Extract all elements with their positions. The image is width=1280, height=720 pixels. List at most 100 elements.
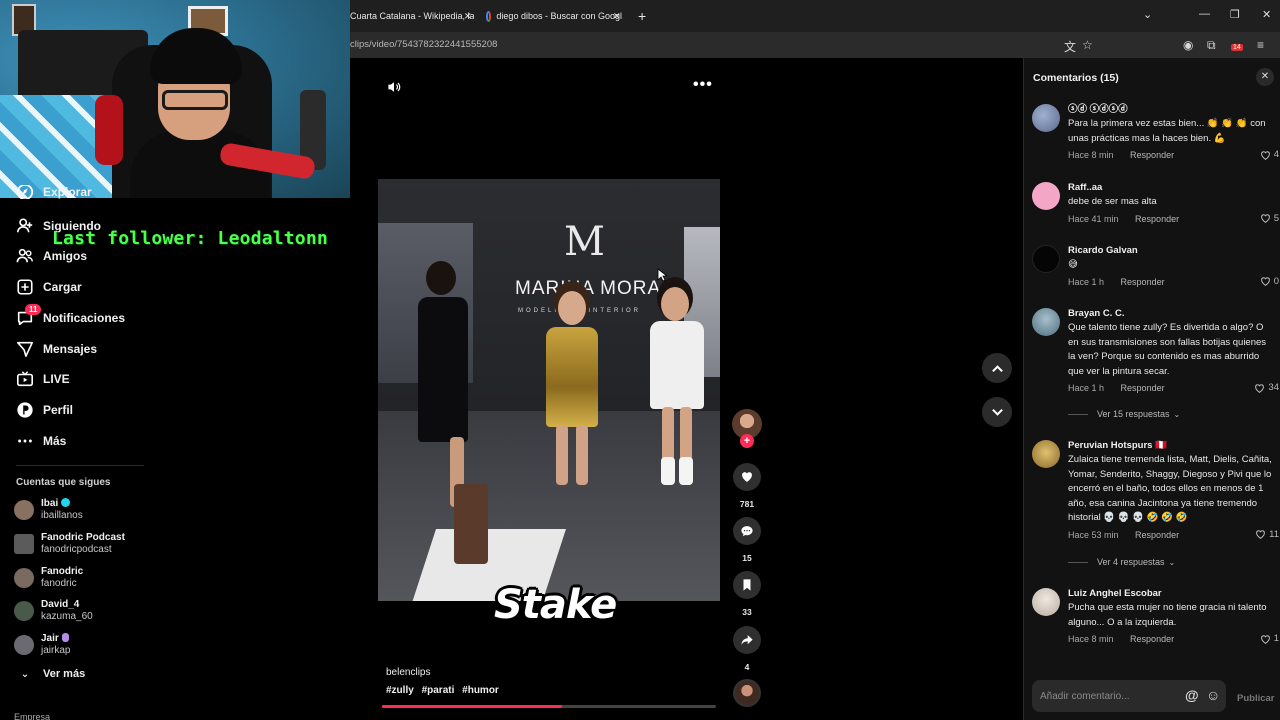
comment-username[interactable]: Raff..aa	[1068, 182, 1276, 194]
tab-close-icon[interactable]: ✕	[613, 6, 625, 26]
footer-link-empresa[interactable]: Empresa	[14, 712, 50, 720]
following-account-ibai[interactable]: Ibai ibaillanos	[14, 498, 83, 522]
avatar[interactable]	[1032, 104, 1060, 132]
avatar[interactable]	[1032, 182, 1060, 210]
save-button[interactable]	[733, 571, 761, 599]
comment-username[interactable]: Peruvian Hotspurs 🇵🇪	[1068, 440, 1276, 452]
comment-like-button[interactable]: 5	[1260, 213, 1279, 225]
maximize-icon[interactable]: ❐	[1230, 8, 1240, 21]
sidebar-item-live[interactable]: LIVE	[16, 367, 70, 391]
sidebar-item-label: Explorar	[43, 185, 92, 199]
comment-username[interactable]: Brayan C. C.	[1068, 308, 1276, 320]
bookmark-star-icon[interactable]: ☆	[1082, 38, 1093, 52]
minimize-icon[interactable]: —	[1199, 8, 1210, 20]
comment-meta: Hace 8 min Responder 1	[1068, 633, 1279, 645]
comment-like-button[interactable]: 34	[1254, 382, 1279, 394]
tab-title: diego dibos - Buscar con Googl	[496, 11, 622, 21]
sidebar-item-mas[interactable]: Más	[16, 429, 66, 453]
close-window-icon[interactable]: ✕	[1262, 8, 1271, 21]
comment-text: Que talento tiene zully? Es divertida o …	[1068, 322, 1267, 377]
browser-tab-wikipedia[interactable]: Cuarta Catalana - Wikipedia, la	[350, 6, 474, 26]
replies-divider-line	[1068, 413, 1088, 415]
tab-title: Cuarta Catalana - Wikipedia, la	[350, 11, 474, 21]
comment-username[interactable]: Luiz Anghel Escobar	[1068, 588, 1276, 600]
comment-like-button[interactable]: 0	[1260, 276, 1279, 288]
previous-video-button[interactable]	[982, 353, 1012, 383]
avatar	[14, 534, 34, 554]
tab-close-icon[interactable]: ✕	[464, 6, 476, 26]
close-icon[interactable]: ✕	[1256, 68, 1274, 86]
following-account-david[interactable]: David_4 kazuma_60	[14, 599, 93, 623]
reply-button[interactable]: Responder	[1121, 383, 1165, 393]
music-disc-avatar[interactable]	[733, 679, 761, 707]
new-tab-button[interactable]: +	[638, 6, 646, 26]
share-button[interactable]	[733, 626, 761, 654]
emoji-icon[interactable]: ☺	[1206, 687, 1220, 703]
view-replies-button[interactable]: Ver 4 respuestas ⌄	[1068, 557, 1175, 567]
following-header: Cuentas que sigues	[16, 477, 111, 488]
next-video-button[interactable]	[982, 397, 1012, 427]
comment-button[interactable]	[733, 517, 761, 545]
sidebar-item-perfil[interactable]: Perfil	[16, 398, 73, 422]
video-author[interactable]: belenclips	[386, 667, 430, 678]
heart-outline-icon	[1260, 150, 1270, 160]
sidebar-item-mensajes[interactable]: Mensajes	[16, 337, 97, 361]
see-more-button[interactable]: ⌄ Ver más	[16, 668, 85, 680]
share-arrow-icon	[741, 635, 753, 645]
hashtag-link[interactable]: #zully	[386, 685, 414, 696]
sidebar-item-cargar[interactable]: Cargar	[16, 275, 82, 299]
comments-title: Comentarios (15)	[1033, 72, 1119, 84]
video-frame[interactable]: M MARINA MORA MODELING · INTERIOR	[378, 179, 720, 601]
account-name: David_4	[41, 599, 80, 610]
following-account-fanodric[interactable]: Fanodric fanodric	[14, 566, 83, 590]
volume-icon[interactable]	[386, 79, 402, 95]
video-progress-bar[interactable]	[382, 705, 716, 708]
reply-button[interactable]: Responder	[1135, 530, 1179, 540]
hashtag-link[interactable]: #parati	[422, 685, 455, 696]
avatar[interactable]	[1032, 245, 1060, 273]
tab-list-chevron-icon[interactable]: ⌄	[1143, 8, 1152, 21]
view-replies-label: Ver 4 respuestas	[1097, 557, 1165, 567]
reply-button[interactable]: Responder	[1130, 634, 1174, 644]
more-options-icon[interactable]: •••	[693, 76, 713, 94]
menu-icon[interactable]: ≡	[1257, 38, 1264, 52]
comment-like-button[interactable]: 4	[1260, 149, 1279, 161]
comment-username[interactable]: ⓢⓓ ⓢⓓⓢⓓ	[1068, 104, 1276, 116]
comment-like-button[interactable]: 1	[1260, 633, 1279, 645]
avatar	[14, 601, 34, 621]
last-follower-overlay: Last follower: Leodaltonn	[52, 228, 328, 249]
video-logo-text: MARINA MORA	[515, 278, 662, 299]
sidebar-item-explorar[interactable]: Explorar	[16, 185, 92, 199]
following-account-fanodric-podcast[interactable]: Fanodric Podcast fanodricpodcast	[14, 532, 125, 556]
publish-button[interactable]: Publicar	[1237, 693, 1275, 704]
account-icon[interactable]: ◉	[1183, 38, 1193, 52]
comment-like-button[interactable]: 11	[1255, 529, 1279, 541]
following-account-jair[interactable]: Jair jairkap	[14, 633, 70, 657]
sidebar-item-notificaciones[interactable]: 11 Notificaciones	[16, 304, 125, 330]
like-button[interactable]	[733, 463, 761, 491]
url-field[interactable]: clips/video/7543782322441555208	[350, 39, 497, 50]
comment-input[interactable]	[1040, 688, 1180, 704]
reply-button[interactable]: Responder	[1130, 150, 1174, 160]
avatar[interactable]	[1032, 308, 1060, 336]
profile-icon	[16, 401, 34, 419]
comment-username[interactable]: Ricardo Galvan	[1068, 245, 1276, 257]
person-white-boot	[661, 457, 675, 485]
extensions-icon[interactable]: ⧉	[1207, 38, 1216, 53]
sidebar-item-label: LIVE	[43, 372, 70, 386]
comment-meta: Hace 1 h Responder 0	[1068, 276, 1279, 288]
sidebar-item-label: Cargar	[43, 280, 82, 294]
reply-button[interactable]: Responder	[1135, 214, 1179, 224]
browser-tab-google[interactable]: diego dibos - Buscar con Googl	[486, 6, 622, 26]
extension-badge-icon[interactable]: 14	[1231, 38, 1243, 52]
avatar[interactable]	[1032, 440, 1060, 468]
avatar[interactable]	[1032, 588, 1060, 616]
comment-bubble-icon	[741, 526, 753, 537]
view-replies-button[interactable]: Ver 15 respuestas ⌄	[1068, 409, 1180, 419]
translate-icon[interactable]: 文	[1064, 38, 1076, 55]
mention-icon[interactable]: @	[1185, 687, 1199, 703]
comment-input-box: @ ☺	[1032, 680, 1226, 712]
reply-button[interactable]: Responder	[1121, 277, 1165, 287]
follow-plus-button[interactable]: +	[740, 434, 754, 448]
hashtag-link[interactable]: #humor	[462, 685, 499, 696]
